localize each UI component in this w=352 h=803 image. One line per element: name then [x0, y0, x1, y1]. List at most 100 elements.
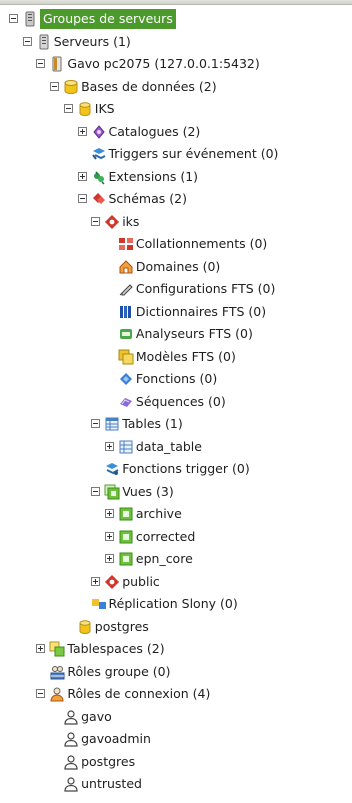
tree-node-label[interactable]: public	[122, 571, 160, 594]
expand-toggle[interactable]	[91, 576, 101, 586]
collation-icon	[118, 236, 134, 252]
tree-node-label[interactable]: postgres	[95, 616, 149, 639]
tree-node-label[interactable]: Vues (3)	[122, 481, 174, 504]
tree-node[interactable]: IKS	[0, 98, 352, 121]
tree-node-label[interactable]: gavoadmin	[81, 728, 151, 751]
schema-icon	[104, 214, 120, 230]
tree-node-label[interactable]: Tablespaces (2)	[67, 638, 164, 661]
tree-node-label[interactable]: Fonctions (0)	[136, 368, 217, 391]
tree-node-label[interactable]: Rôles de connexion (4)	[67, 683, 210, 706]
collapse-toggle[interactable]	[36, 59, 46, 68]
tree-node-label[interactable]: corrected	[136, 526, 195, 549]
collapse-toggle[interactable]	[50, 81, 60, 91]
tree-node[interactable]: postgres	[0, 616, 352, 639]
tree-node-label[interactable]: Extensions (1)	[109, 166, 199, 189]
collapse-toggle[interactable]	[36, 689, 46, 698]
tree-node-label[interactable]: data_table	[136, 436, 202, 459]
tree-node[interactable]: Modèles FTS (0)	[0, 346, 352, 369]
tree-node[interactable]: gavoadmin	[0, 728, 352, 751]
collapse-toggle[interactable]	[91, 419, 101, 428]
collapse-toggle[interactable]	[63, 104, 73, 113]
tree-node-label[interactable]: Réplication Slony (0)	[109, 593, 238, 616]
group-roles-icon	[49, 664, 65, 680]
tree-node-label[interactable]: epn_core	[136, 548, 193, 571]
tree-node[interactable]: corrected	[0, 526, 352, 549]
tree-node[interactable]: Tables (1)	[0, 413, 352, 436]
tree-node-label[interactable]: Catalogues (2)	[109, 121, 201, 144]
fts-template-icon	[118, 349, 134, 365]
tree-node[interactable]: Serveurs (1)	[0, 31, 352, 54]
tree-node[interactable]: untrusted	[0, 773, 352, 796]
tree-node-label[interactable]: untrusted	[81, 773, 142, 796]
tree-node[interactable]: Analyseurs FTS (0)	[0, 323, 352, 346]
tree-node[interactable]: Triggers sur événement (0)	[0, 143, 352, 166]
tree-node[interactable]: Configurations FTS (0)	[0, 278, 352, 301]
tree-node[interactable]: Extensions (1)	[0, 166, 352, 189]
expand-toggle[interactable]	[104, 554, 114, 563]
expand-toggle[interactable]	[36, 644, 46, 653]
tree-node-label[interactable]: Fonctions trigger (0)	[122, 458, 250, 481]
tree-node[interactable]: Tablespaces (2)	[0, 638, 352, 661]
tree-node-label[interactable]: gavo	[81, 706, 112, 729]
tree-node[interactable]: Bases de données (2)	[0, 76, 352, 99]
tree-node-label[interactable]: Gavo pc2075 (127.0.0.1:5432)	[67, 53, 259, 76]
tree-node-label[interactable]: Serveurs (1)	[54, 31, 131, 54]
tree-node[interactable]: Vues (3)	[0, 481, 352, 504]
tree-node-label[interactable]: Triggers sur événement (0)	[109, 143, 279, 166]
tree-node[interactable]: Séquences (0)	[0, 391, 352, 414]
object-browser-tree[interactable]: Groupes de serveurs Serveurs (1) Gavo pc20…	[0, 8, 352, 796]
tree-node-label[interactable]: Analyseurs FTS (0)	[136, 323, 253, 346]
catalogs-icon	[91, 124, 107, 140]
tree-node-label[interactable]: Configurations FTS (0)	[136, 278, 275, 301]
collapse-toggle[interactable]	[91, 486, 101, 496]
tree-node-label[interactable]: Modèles FTS (0)	[136, 346, 236, 369]
collapse-toggle[interactable]	[9, 14, 18, 23]
trigger-function-icon	[104, 461, 120, 477]
tree-node-label[interactable]: Groupes de serveurs	[40, 9, 176, 29]
expand-toggle[interactable]	[77, 171, 87, 181]
tree-node-label[interactable]: Collationnements (0)	[136, 233, 267, 256]
collapse-toggle[interactable]	[77, 194, 87, 203]
schema-icon	[104, 574, 120, 590]
tree-node-label[interactable]: Tables (1)	[122, 413, 183, 436]
expand-toggle[interactable]	[104, 531, 114, 541]
tree-node[interactable]: public	[0, 571, 352, 594]
tree-node[interactable]: Fonctions trigger (0)	[0, 458, 352, 481]
tree-node[interactable]: postgres	[0, 751, 352, 774]
expand-toggle[interactable]	[77, 126, 87, 136]
tree-node[interactable]: Fonctions (0)	[0, 368, 352, 391]
expand-toggle[interactable]	[104, 509, 114, 518]
tree-node[interactable]: epn_core	[0, 548, 352, 571]
tree-node[interactable]: gavo	[0, 706, 352, 729]
tree-node[interactable]: data_table	[0, 436, 352, 459]
tree-node-label[interactable]: Bases de données (2)	[81, 76, 217, 99]
tree-node[interactable]: archive	[0, 503, 352, 526]
server-group-icon	[22, 11, 38, 27]
tree-node[interactable]: Gavo pc2075 (127.0.0.1:5432)	[0, 53, 352, 76]
tree-node[interactable]: Rôles de connexion (4)	[0, 683, 352, 706]
tree-node[interactable]: Schémas (2)	[0, 188, 352, 211]
tree-node-label[interactable]: IKS	[95, 98, 115, 121]
tree-node-label[interactable]: Séquences (0)	[136, 391, 226, 414]
expand-toggle[interactable]	[104, 441, 114, 451]
tree-node-label[interactable]: Rôles groupe (0)	[67, 661, 170, 684]
tree-node[interactable]: Dictionnaires FTS (0)	[0, 301, 352, 324]
collapse-toggle[interactable]	[91, 216, 101, 226]
tree-node-label[interactable]: archive	[136, 503, 182, 526]
tree-node-label[interactable]: Schémas (2)	[109, 188, 187, 211]
function-icon	[118, 371, 134, 387]
tree-node[interactable]: iks	[0, 211, 352, 234]
collapse-toggle[interactable]	[22, 36, 32, 46]
tree-node[interactable]: Rôles groupe (0)	[0, 661, 352, 684]
tree-node-label[interactable]: postgres	[81, 751, 135, 774]
tree-node[interactable]: Groupes de serveurs	[0, 8, 352, 31]
tree-node[interactable]: Réplication Slony (0)	[0, 593, 352, 616]
tree-node-label[interactable]: Dictionnaires FTS (0)	[136, 301, 266, 324]
tablespaces-icon	[49, 641, 65, 657]
tree-node[interactable]: Domaines (0)	[0, 256, 352, 279]
tree-node-label[interactable]: iks	[122, 211, 139, 234]
tree-node[interactable]: Catalogues (2)	[0, 121, 352, 144]
tree-node-label[interactable]: Domaines (0)	[136, 256, 220, 279]
tree-node[interactable]: Collationnements (0)	[0, 233, 352, 256]
login-roles-icon	[49, 686, 65, 702]
